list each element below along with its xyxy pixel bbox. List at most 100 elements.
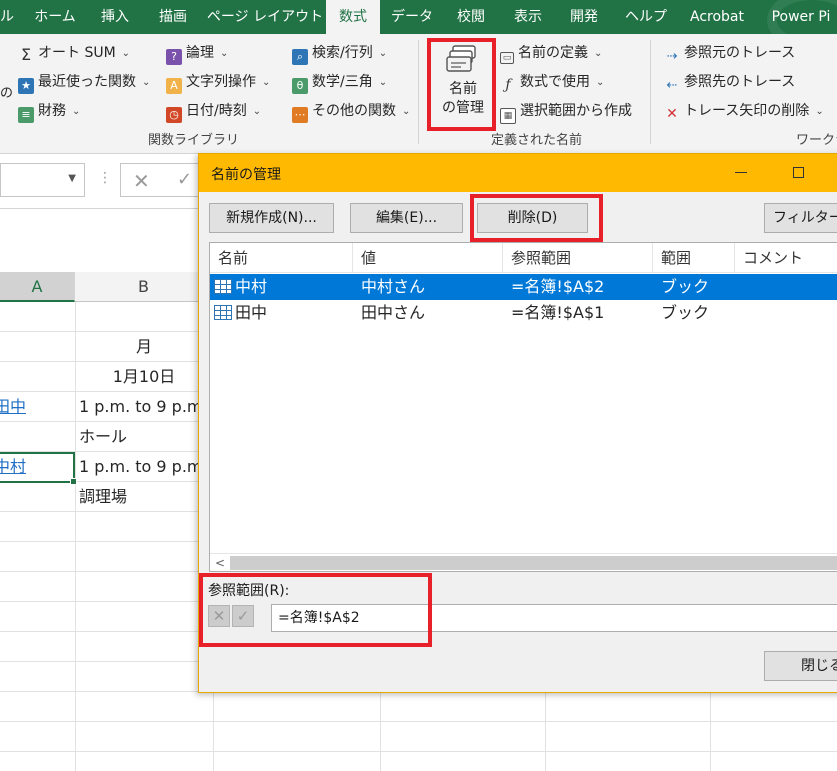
use-in-formula-button[interactable]: ƒ 数式で使用 ⌄ — [500, 70, 604, 94]
refers-to-cell: =名簿!$A$2 — [511, 277, 605, 296]
chevron-down-icon: ⌄ — [252, 106, 262, 117]
define-name-label: 名前の定義 — [518, 45, 588, 61]
delete-name-button[interactable]: 削除(D) — [477, 203, 588, 233]
name-box[interactable]: ▼ — [0, 163, 85, 197]
define-name-button[interactable]: ▭ 名前の定義 ⌄ — [500, 41, 602, 65]
math-trig-button[interactable]: θ 数学/三角 ⌄ — [292, 70, 387, 94]
more-functions-button[interactable]: ⋯ その他の関数 ⌄ — [292, 99, 410, 123]
scope-cell: ブック — [661, 303, 710, 322]
commit-edit-icon[interactable]: ✓ — [232, 605, 254, 627]
chevron-down-icon: ⌄ — [402, 106, 411, 117]
text-functions-button[interactable]: A 文字列操作 ⌄ — [166, 70, 270, 94]
tab-insert[interactable]: 挿入 — [92, 0, 138, 34]
ledger-icon: ≡ — [18, 107, 34, 123]
fx-icon: ƒ — [505, 77, 511, 93]
trace-dependents-label: 参照先のトレース — [684, 74, 796, 90]
tab-formulas[interactable]: 数式 — [326, 0, 380, 36]
close-button[interactable]: 閉じる — [764, 651, 837, 681]
col-header-comment[interactable]: コメント — [735, 243, 837, 273]
filter-button[interactable]: フィルター(F — [764, 203, 837, 233]
chevron-down-icon: ⌄ — [121, 48, 131, 59]
cancel-edit-icon[interactable]: ✕ — [208, 605, 230, 627]
col-header-name[interactable]: 名前 — [210, 243, 353, 273]
names-list-header: 名前 値 参照範囲 範囲 コメント — [210, 243, 837, 273]
trace-precedents-button[interactable]: ⇢ 参照元のトレース — [664, 41, 796, 65]
cancel-entry-icon[interactable]: ✕ — [133, 169, 150, 193]
name-manager-label-2: の管理 — [442, 100, 484, 116]
scroll-thumb[interactable] — [230, 556, 837, 570]
cell-a-tanaka[interactable]: 田中 — [0, 392, 75, 422]
col-header-refers-to[interactable]: 参照範囲 — [503, 243, 653, 273]
tab-page-layout[interactable]: ページ レイアウト — [206, 0, 324, 34]
cell-b-hall[interactable]: ホール — [79, 422, 213, 452]
trace-dependents-button[interactable]: ⇠ 参照先のトレース — [664, 70, 796, 94]
name-manager-label-1: 名前 — [449, 81, 477, 97]
name-cell: 中村 — [214, 274, 267, 300]
tab-developer[interactable]: 開発 — [562, 0, 606, 34]
names-list[interactable]: 名前 値 参照範囲 範囲 コメント 中村 中村さん =名簿!$A$2 ブック 田… — [209, 242, 837, 572]
tab-file-clipped[interactable]: ル — [0, 0, 14, 34]
logical-button[interactable]: ? 論理 ⌄ — [166, 41, 228, 65]
cell-b-time2[interactable]: 1 p.m. to 9 p.m — [79, 452, 213, 482]
tab-data[interactable]: データ — [386, 0, 438, 34]
maximize-icon[interactable] — [793, 167, 804, 178]
tab-acrobat[interactable]: Acrobat — [684, 0, 750, 34]
dialog-title: 名前の管理 — [211, 167, 281, 183]
remove-arrows-label: トレース矢印の削除 — [684, 103, 810, 119]
cell-b-time1[interactable]: 1 p.m. to 9 p.m — [79, 392, 213, 422]
col-header-scope[interactable]: 範囲 — [653, 243, 735, 273]
tab-draw[interactable]: 描画 — [150, 0, 196, 34]
date-time-button[interactable]: ◷ 日付/時刻 ⌄ — [166, 99, 261, 123]
remove-arrows-button[interactable]: ✕ トレース矢印の削除 ⌄ — [664, 99, 824, 123]
column-header-b[interactable]: B — [75, 272, 213, 302]
create-from-selection-label: 選択範囲から作成 — [520, 103, 632, 119]
name-table-icon — [214, 305, 232, 320]
more-functions-label: その他の関数 — [312, 103, 396, 119]
scroll-left-icon[interactable]: < — [215, 554, 225, 572]
minimize-icon[interactable] — [735, 172, 747, 173]
sheet-row — [0, 692, 837, 722]
chevron-down-icon: ⌄ — [72, 106, 81, 117]
name-row-nakamura[interactable]: 中村 中村さん =名簿!$A$2 ブック — [210, 274, 837, 300]
cell-b-kitchen[interactable]: 調理場 — [79, 482, 213, 512]
recently-used-button[interactable]: ★ 最近使った関数 ⌄ — [18, 70, 150, 94]
name-row-tanaka[interactable]: 田中 田中さん =名簿!$A$1 ブック — [210, 300, 837, 326]
chevron-down-icon: ⌄ — [815, 106, 824, 117]
autosum-button[interactable]: Σ オート SUM ⌄ — [18, 41, 130, 65]
tab-help[interactable]: ヘルプ — [618, 0, 674, 34]
math-trig-label: 数学/三角 — [312, 74, 373, 90]
enter-entry-icon[interactable]: ✓ — [177, 169, 192, 190]
remove-arrows-icon: ✕ — [666, 106, 678, 122]
tab-review[interactable]: 校閲 — [448, 0, 494, 34]
name-manager-dialog: 名前の管理 新規作成(N)... 編集(E)... 削除(D) フィルター(F … — [198, 153, 837, 693]
dialog-title-bar[interactable]: 名前の管理 — [199, 154, 837, 192]
chevron-down-icon: ⌄ — [220, 48, 229, 59]
tab-home[interactable]: ホーム — [30, 0, 80, 34]
lookup-reference-button[interactable]: ⌕ 検索/行列 ⌄ — [292, 41, 387, 65]
financial-label: 財務 — [38, 103, 66, 119]
ribbon-tab-bar: ル ホーム 挿入 描画 ページ レイアウト 数式 データ 校閲 表示 開発 ヘル… — [0, 0, 837, 50]
edit-name-button[interactable]: 編集(E)... — [350, 203, 463, 233]
column-header-a[interactable]: A — [0, 272, 75, 302]
cell-b-date[interactable]: 1月10日 — [75, 362, 213, 392]
trace-precedents-icon: ⇢ — [666, 49, 678, 64]
col-header-value[interactable]: 値 — [353, 243, 503, 273]
tab-view[interactable]: 表示 — [506, 0, 550, 34]
name-manager-icon — [446, 45, 476, 72]
name-text: 田中 — [235, 303, 268, 322]
refers-to-label: 参照範囲(R): — [208, 583, 290, 599]
chevron-down-icon: ⌄ — [142, 77, 151, 88]
ribbon-formulas: の Σ オート SUM ⌄ ★ 最近使った関数 ⌄ ≡ 財務 ⌄ ? 論理 ⌄ A 文字列操作 ⌄ … — [0, 34, 837, 154]
name-manager-button[interactable]: 名前 の管理 — [432, 42, 494, 128]
formula-bar-dots[interactable]: ⋮ — [98, 170, 112, 186]
create-from-selection-button[interactable]: ▦ 選択範囲から作成 — [500, 99, 632, 124]
more-dots-icon: ⋯ — [292, 107, 308, 123]
chevron-down-icon[interactable]: ▼ — [68, 173, 76, 184]
refers-to-input[interactable]: =名簿!$A$2 — [271, 604, 837, 632]
text-a-icon: A — [166, 78, 182, 94]
new-name-button[interactable]: 新規作成(N)... — [209, 203, 334, 233]
cell-b-header[interactable]: 月 — [75, 332, 213, 362]
horizontal-scrollbar[interactable]: < — [210, 553, 837, 571]
financial-button[interactable]: ≡ 財務 ⌄ — [18, 99, 80, 123]
trace-precedents-label: 参照元のトレース — [684, 45, 796, 61]
